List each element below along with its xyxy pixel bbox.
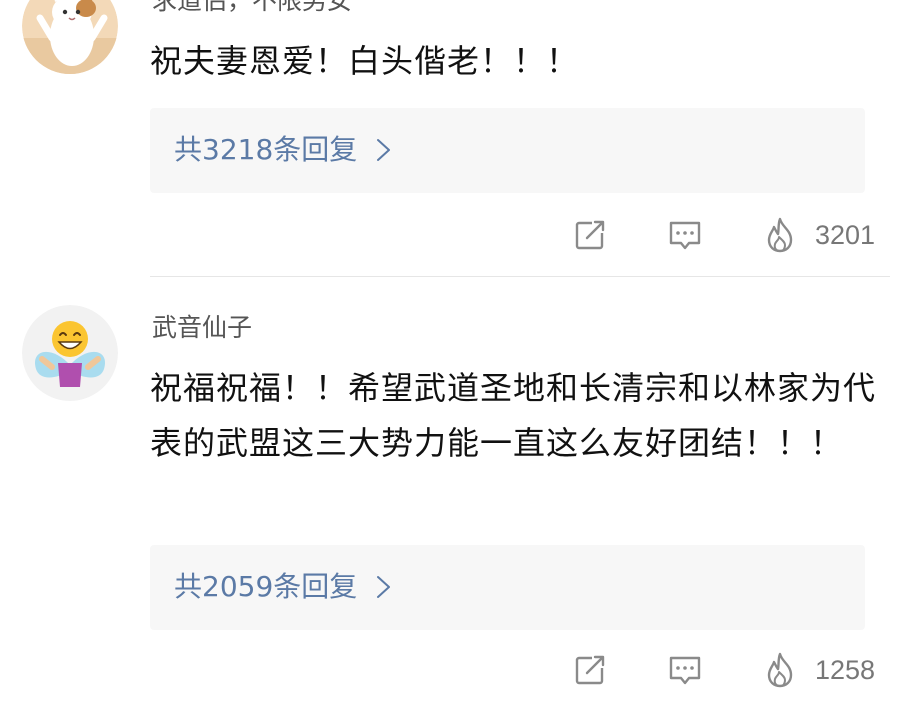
comment-text: 祝夫妻恩爱！白头偕老！！！ — [150, 42, 580, 80]
share-icon[interactable] — [570, 650, 610, 690]
chevron-right-icon — [377, 576, 391, 598]
cat-avatar-icon — [22, 0, 118, 74]
view-replies-link[interactable]: 共3218条回复 — [174, 132, 395, 168]
view-replies-link[interactable]: 共2059条回复 — [174, 569, 395, 605]
avatar[interactable] — [22, 0, 118, 74]
like-count: 3201 — [815, 220, 876, 250]
emoji-fairy-avatar-icon — [22, 305, 118, 401]
comment-icon[interactable] — [665, 215, 705, 255]
divider — [150, 276, 890, 277]
replies-panel[interactable]: 共2059条回复 — [150, 545, 865, 630]
comment-text: 祝福祝福！！希望武道圣地和长清宗和以林家为代表的武盟这三大势力能一直这么友好团结… — [150, 369, 877, 462]
avatar[interactable] — [22, 305, 118, 401]
replies-count-label: 共2059条回复 — [174, 570, 358, 603]
comment-icon[interactable] — [665, 650, 705, 690]
comment-actions: 3201 — [0, 215, 900, 259]
flame-like-icon[interactable] — [760, 215, 800, 255]
username[interactable]: 武音仙子 — [152, 313, 252, 343]
share-icon[interactable] — [570, 215, 610, 255]
replies-panel[interactable]: 共3218条回复 — [150, 108, 865, 193]
replies-count-label: 共3218条回复 — [174, 133, 358, 166]
comment-actions: 1258 — [0, 650, 900, 694]
flame-like-icon[interactable] — [760, 650, 800, 690]
username[interactable]: 求道侣，不限男女 — [152, 0, 352, 16]
like-count: 1258 — [815, 655, 876, 685]
chevron-right-icon — [377, 139, 391, 161]
